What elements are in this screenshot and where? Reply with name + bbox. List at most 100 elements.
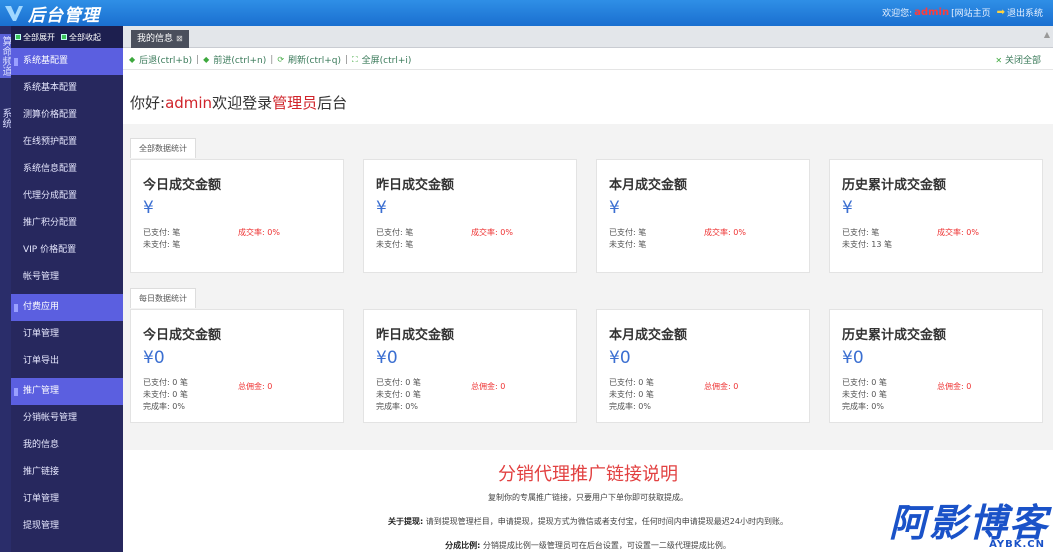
card-amount: ¥	[842, 198, 853, 218]
close-all-label: 关闭全部	[1004, 56, 1041, 66]
welcome-prefix: 欢迎您:	[882, 9, 913, 19]
fullscreen-icon: ⛶	[352, 54, 358, 64]
current-user[interactable]: admin	[914, 7, 949, 18]
card-rate: 成交率: 0%	[471, 228, 513, 237]
card-paid: 已支付: 笔	[376, 228, 414, 237]
expand-all-label: 全部展开	[23, 32, 55, 42]
forward-icon: ◆	[203, 55, 210, 64]
promo-line-2-label: 关于提现:	[388, 517, 424, 526]
promo-title: 分销代理推广链接说明	[498, 464, 678, 485]
top-user-area: 欢迎您: admin [网站主页 ➡ 退出系统	[882, 6, 1043, 19]
card-paid: 已支付: 0 笔	[376, 378, 421, 387]
card-paid: 已支付: 0 笔	[609, 378, 654, 387]
toolbar-separator: |	[345, 54, 349, 65]
card-paid: 已支付: 笔	[609, 228, 647, 237]
stat-card: 今日成交金额 ¥ 已支付: 笔 未支付: 笔 成交率: 0%	[130, 159, 344, 273]
card-amount: ¥	[376, 198, 387, 218]
card-title: 本月成交金额	[609, 328, 688, 343]
card-unpaid: 未支付: 0 笔	[376, 390, 421, 399]
top-header: 后台管理 欢迎您: admin [网站主页 ➡ 退出系统	[0, 0, 1053, 26]
card-commission: 总佣金: 0	[704, 382, 739, 391]
tab-bar: 我的信息 ⊠ ▲	[123, 26, 1053, 48]
module-tab-system[interactable]: 系统	[0, 108, 11, 128]
sidebar-item-order-export[interactable]: 订单导出	[11, 348, 123, 375]
card-rate: 成交率: 0%	[937, 228, 979, 237]
toolbar-separator: |	[196, 54, 200, 65]
daily-card: 昨日成交金额 ¥0 已支付: 0 笔 未支付: 0 笔 完成率: 0% 总佣金:…	[363, 309, 577, 423]
welcome-role: 管理员	[272, 94, 318, 112]
card-title: 今日成交金额	[143, 178, 222, 193]
daily-card: 历史累计成交金额 ¥0 已支付: 0 笔 未支付: 0 笔 完成率: 0% 总佣…	[829, 309, 1043, 423]
card-title: 历史累计成交金额	[842, 328, 947, 343]
welcome-user: admin	[165, 94, 213, 112]
section-tab-all[interactable]: 全部数据统计	[130, 138, 196, 158]
logo: 后台管理	[4, 2, 100, 26]
card-commission: 总佣金: 0	[238, 382, 273, 391]
sidebar-group-promotion[interactable]: 推广管理	[11, 378, 123, 405]
sidebar-item-orders[interactable]: 订单管理	[11, 321, 123, 348]
sidebar-item-vip-config[interactable]: VIP 价格配置	[11, 237, 123, 264]
site-home-link[interactable]: [网站主页	[951, 6, 991, 19]
forward-button[interactable]: 前进(ctrl+n)	[213, 53, 266, 66]
card-unpaid: 未支付: 0 笔	[609, 390, 654, 399]
sidebar-item-price-config[interactable]: 测算价格配置	[11, 102, 123, 129]
close-all-button[interactable]: ✕ 关闭全部	[995, 53, 1041, 66]
card-paid: 已支付: 笔	[842, 228, 880, 237]
card-title: 本月成交金额	[609, 178, 688, 193]
sidebar-item-points-config[interactable]: 推广积分配置	[11, 210, 123, 237]
expand-all-button[interactable]: 全部展开	[15, 32, 55, 43]
module-tab-fortune[interactable]: 算命频道	[0, 34, 11, 78]
tab-my-info[interactable]: 我的信息 ⊠	[131, 30, 189, 48]
tab-scroll-icon[interactable]: ▲	[1044, 30, 1050, 39]
card-amount: ¥0	[842, 348, 864, 368]
tab-close-icon[interactable]: ⊠	[176, 30, 183, 48]
welcome-banner: 你好:admin欢迎登录管理员后台	[123, 70, 1053, 124]
promo-line-3-label: 分成比例:	[445, 541, 481, 550]
card-amount: ¥0	[609, 348, 631, 368]
sidebar-item-basic-config[interactable]: 系统基本配置	[11, 75, 123, 102]
card-paid: 已支付: 0 笔	[842, 378, 887, 387]
logo-text: 后台管理	[28, 5, 100, 26]
welcome-suffix: 后台	[317, 94, 348, 112]
sidebar-item-online-config[interactable]: 在线预护配置	[11, 129, 123, 156]
card-done-rate: 完成率: 0%	[842, 402, 884, 411]
exit-link[interactable]: 退出系统	[1007, 6, 1043, 19]
sidebar-item-distributor-accounts[interactable]: 分销帐号管理	[11, 405, 123, 432]
card-unpaid: 未支付: 笔	[609, 240, 647, 249]
sidebar-item-agent-config[interactable]: 代理分成配置	[11, 183, 123, 210]
exit-icon[interactable]: ➡	[997, 7, 1005, 18]
section-tab-daily[interactable]: 每日数据统计	[130, 288, 196, 308]
card-commission: 总佣金: 0	[471, 382, 506, 391]
card-amount: ¥	[143, 198, 154, 218]
card-done-rate: 完成率: 0%	[609, 402, 651, 411]
nav-toolbar: ◆ 后退(ctrl+b) | ◆ 前进(ctrl+n) | ⟳ 刷新(ctrl+…	[123, 48, 1053, 70]
welcome-text: 你好:admin欢迎登录管理员后台	[130, 92, 347, 113]
tab-my-info-label: 我的信息	[137, 34, 174, 44]
collapse-all-button[interactable]: 全部收起	[61, 32, 101, 43]
card-title: 历史累计成交金额	[842, 178, 947, 193]
card-unpaid: 未支付: 笔	[376, 240, 414, 249]
sidebar-item-promo-link[interactable]: 推广链接	[11, 459, 123, 486]
sidebar-item-orders-2[interactable]: 订单管理	[11, 486, 123, 513]
daily-card: 今日成交金额 ¥0 已支付: 0 笔 未支付: 0 笔 完成率: 0% 总佣金:…	[130, 309, 344, 423]
expand-icon	[15, 34, 21, 40]
fullscreen-button[interactable]: 全屏(ctrl+i)	[362, 53, 412, 66]
sidebar-item-withdraw[interactable]: 提现管理	[11, 513, 123, 540]
sidebar-tools: 全部展开 全部收起	[11, 26, 123, 48]
sidebar-group-system-config[interactable]: 系统基配置	[11, 48, 123, 75]
card-unpaid: 未支付: 13 笔	[842, 240, 892, 249]
main-content: 你好:admin欢迎登录管理员后台 全部数据统计 今日成交金额 ¥ 已支付: 笔…	[123, 70, 1053, 552]
greeting: 你好:	[130, 94, 166, 112]
collapse-icon	[61, 34, 67, 40]
back-button[interactable]: 后退(ctrl+b)	[139, 53, 192, 66]
card-unpaid: 未支付: 0 笔	[143, 390, 188, 399]
stat-card: 本月成交金额 ¥ 已支付: 笔 未支付: 笔 成交率: 0%	[596, 159, 810, 273]
sidebar-item-my-info[interactable]: 我的信息	[11, 432, 123, 459]
close-all-icon: ✕	[995, 56, 1003, 65]
refresh-button[interactable]: 刷新(ctrl+q)	[288, 53, 341, 66]
logo-v-icon	[4, 4, 24, 22]
sidebar-item-accounts[interactable]: 帐号管理	[11, 264, 123, 291]
card-done-rate: 完成率: 0%	[143, 402, 185, 411]
sidebar-item-info-config[interactable]: 系统信息配置	[11, 156, 123, 183]
sidebar-group-paid-apps[interactable]: 付费应用	[11, 294, 123, 321]
